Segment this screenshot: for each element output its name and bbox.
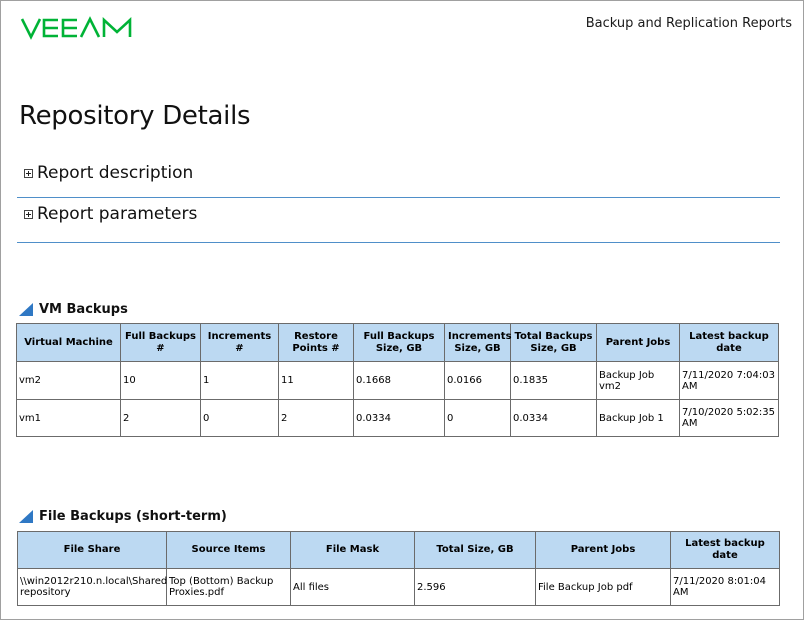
table-cell: 0.0334 [510, 399, 597, 437]
file-backups-table: File Share Source Items File Mask Total … [17, 531, 780, 606]
table-row: \\win2012r210.n.local\Shared repository … [17, 568, 780, 606]
vm-backups-section-title: VM Backups [19, 302, 128, 317]
column-header: Parent Jobs [535, 531, 671, 569]
column-header: File Mask [290, 531, 415, 569]
plus-box-icon[interactable] [24, 168, 33, 178]
table-cell: 1 [200, 361, 279, 400]
table-cell: 0.1835 [510, 361, 597, 400]
file-backups-section-title: File Backups (short-term) [19, 509, 227, 524]
column-header: Total Backups Size, GB [510, 323, 597, 362]
report-suite-title: Backup and Replication Reports [585, 16, 792, 31]
column-header: Source Items [166, 531, 291, 569]
plus-box-icon[interactable] [24, 209, 33, 219]
veeam-logo [20, 16, 132, 40]
table-cell: Backup Job 1 [596, 399, 680, 437]
table-header-row: Virtual Machine Full Backups # Increment… [16, 323, 779, 362]
table-cell: Backup Job vm2 [596, 361, 680, 400]
column-header: Full Backups # [120, 323, 201, 362]
page-title: Repository Details [19, 101, 251, 131]
table-cell: All files [290, 568, 415, 606]
table-cell: 10 [120, 361, 201, 400]
column-header: Virtual Machine [16, 323, 121, 362]
table-cell: 11 [278, 361, 354, 400]
table-cell: 7/10/2020 5:02:35 AM [679, 399, 779, 437]
column-header: Total Size, GB [414, 531, 536, 569]
table-cell: 0.0334 [353, 399, 445, 437]
table-cell: \\win2012r210.n.local\Shared repository [17, 568, 167, 606]
table-cell: vm2 [16, 361, 121, 400]
table-header-row: File Share Source Items File Mask Total … [17, 531, 780, 569]
column-header: Increments # [200, 323, 279, 362]
column-header: Parent Jobs [596, 323, 680, 362]
section-triangle-icon [19, 510, 33, 523]
section-triangle-icon [19, 303, 33, 316]
vm-backups-table: Virtual Machine Full Backups # Increment… [16, 323, 779, 437]
table-cell: 2 [278, 399, 354, 437]
table-cell: 7/11/2020 8:01:04 AM [670, 568, 780, 606]
table-cell: 0 [444, 399, 511, 437]
column-header: Latest backup date [679, 323, 779, 362]
table-cell: 0 [200, 399, 279, 437]
column-header: Restore Points # [278, 323, 354, 362]
table-cell: Top (Bottom) Backup Proxies.pdf [166, 568, 291, 606]
column-header: Latest backup date [670, 531, 780, 569]
table-cell: 0.1668 [353, 361, 445, 400]
table-row: vm2 10 1 11 0.1668 0.0166 0.1835 Backup … [16, 361, 779, 400]
table-cell: 0.0166 [444, 361, 511, 400]
table-cell: 2.596 [414, 568, 536, 606]
table-row: vm1 2 0 2 0.0334 0 0.0334 Backup Job 1 7… [16, 399, 779, 437]
report-description-label[interactable]: Report description [37, 163, 193, 183]
column-header: Full Backups Size, GB [353, 323, 445, 362]
report-parameters-label[interactable]: Report parameters [37, 204, 197, 224]
table-cell: 7/11/2020 7:04:03 AM [679, 361, 779, 400]
column-header: File Share [17, 531, 167, 569]
report-parameters-expander[interactable]: Report parameters [17, 203, 780, 243]
column-header: Increments Size, GB [444, 323, 512, 362]
table-cell: File Backup Job pdf [535, 568, 671, 606]
table-cell: vm1 [16, 399, 121, 437]
report-description-expander[interactable]: Report description [17, 162, 780, 198]
table-cell: 2 [120, 399, 201, 437]
